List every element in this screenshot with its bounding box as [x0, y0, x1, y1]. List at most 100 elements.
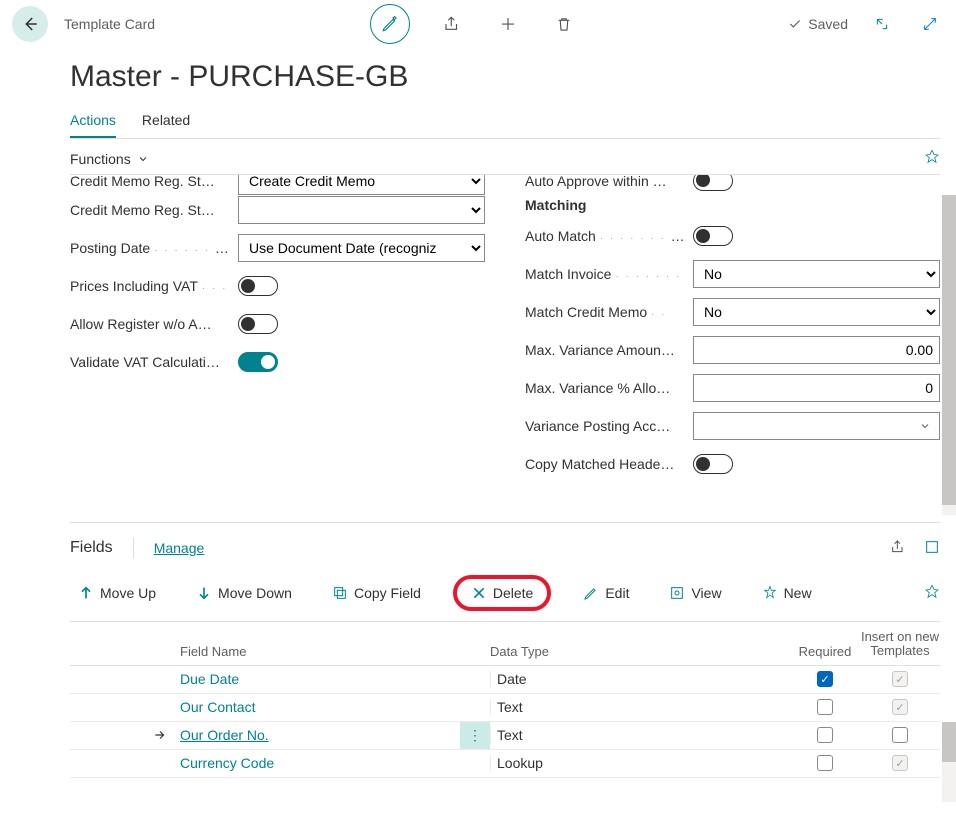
data-type-cell: Text — [490, 727, 790, 743]
table-row[interactable]: Due DateDate✓✓ — [70, 666, 940, 694]
copyfield-label: Copy Field — [354, 585, 421, 601]
edit-field-button[interactable]: Edit — [575, 581, 637, 605]
col-insert[interactable]: Insert on new Templates — [860, 630, 940, 659]
scrollbar-grid[interactable] — [942, 722, 956, 802]
insert-cell[interactable] — [860, 727, 940, 743]
copyfield-button[interactable]: Copy Field — [324, 581, 429, 605]
data-type-cell: Date — [490, 671, 790, 687]
match-invoice-label: Match Invoice· · · · · · · — [525, 266, 685, 282]
var-posting-lookup[interactable] — [693, 412, 940, 440]
credit-memo-label: Credit Memo Reg. St… — [70, 202, 230, 218]
prices-vat-label: Prices Including VAT· · · — [70, 278, 230, 294]
posting-date-select[interactable]: Use Document Date (recogniz — [238, 234, 485, 262]
share-icon — [890, 539, 906, 555]
auto-approve-label: Auto Approve within … — [525, 174, 685, 189]
delete-field-button[interactable]: Delete — [453, 575, 551, 611]
field-name-cell[interactable]: Our Contact — [180, 699, 460, 715]
row-auto-approve: Auto Approve within … — [525, 174, 940, 191]
moveup-label: Move Up — [100, 585, 156, 601]
chevron-down-icon — [919, 420, 931, 432]
new-field-button[interactable]: New — [754, 581, 820, 605]
expand-button[interactable] — [916, 10, 944, 38]
grid-header: Field Name Data Type Required Insert on … — [70, 622, 940, 666]
credit-memo-top-label: Credit Memo Reg. St… — [70, 174, 230, 189]
field-name-cell[interactable]: Our Order No. — [180, 727, 460, 743]
insert-cell[interactable]: ✓ — [860, 755, 940, 771]
field-name-cell[interactable]: Currency Code — [180, 755, 460, 771]
moveup-button[interactable]: Move Up — [70, 581, 164, 605]
view-field-button[interactable]: View — [661, 581, 729, 605]
table-row[interactable]: Our Contact Text ✓ — [70, 694, 940, 722]
view-label: View — [691, 585, 721, 601]
form-right-column: Auto Approve within … Matching Auto Matc… — [525, 179, 940, 514]
insert-cell[interactable]: ✓ — [860, 671, 940, 687]
required-cell[interactable] — [790, 727, 860, 743]
credit-memo-select[interactable] — [238, 196, 485, 224]
pin-button[interactable] — [924, 149, 940, 168]
col-data-type[interactable]: Data Type — [490, 644, 790, 659]
match-invoice-select[interactable]: No — [693, 260, 940, 288]
row-credit-memo: Credit Memo Reg. St… — [70, 191, 485, 229]
tab-related[interactable]: Related — [142, 112, 190, 138]
back-button[interactable] — [12, 6, 48, 42]
row-posting-date: Posting Date· · · · · · · · Use Document… — [70, 229, 485, 267]
fields-header: Fields Manage — [70, 522, 940, 559]
new-label: New — [784, 585, 812, 601]
validate-vat-toggle[interactable] — [238, 352, 278, 372]
manage-link[interactable]: Manage — [154, 540, 205, 556]
delete-button[interactable] — [550, 10, 578, 38]
data-type-cell: Lookup — [490, 755, 790, 771]
max-var-amount-input[interactable] — [693, 336, 940, 364]
field-name-cell[interactable]: Due Date — [180, 671, 460, 687]
row-match-credit: Match Credit Memo· · No — [525, 293, 940, 331]
arrow-left-icon — [21, 15, 39, 33]
delete-label: Delete — [493, 585, 533, 601]
match-credit-label: Match Credit Memo· · — [525, 304, 685, 320]
view-icon — [669, 585, 685, 601]
row-max-var-pct: Max. Variance % Allo… — [525, 369, 940, 407]
share-fields-button[interactable] — [890, 539, 906, 558]
auto-approve-toggle[interactable] — [693, 174, 733, 191]
row-copy-matched: Copy Matched Heade… — [525, 445, 940, 483]
share-icon — [443, 15, 461, 33]
x-icon — [471, 585, 487, 601]
col-field-name[interactable]: Field Name — [180, 644, 460, 659]
share-button[interactable] — [438, 10, 466, 38]
scrollbar-main[interactable] — [942, 195, 956, 515]
insert-cell[interactable]: ✓ — [860, 699, 940, 715]
var-posting-label: Variance Posting Acc… — [525, 418, 685, 434]
pin-fields-button[interactable] — [924, 584, 940, 603]
required-cell[interactable] — [790, 755, 860, 771]
match-credit-select[interactable]: No — [693, 298, 940, 326]
fields-title: Fields — [70, 539, 113, 557]
data-type-cell: Text — [490, 699, 790, 715]
tab-actions[interactable]: Actions — [70, 112, 116, 138]
allow-register-toggle[interactable] — [238, 314, 278, 334]
auto-match-toggle[interactable] — [693, 226, 733, 246]
expand-fields-button[interactable] — [924, 539, 940, 558]
required-cell[interactable]: ✓ — [790, 671, 860, 687]
chevron-down-icon — [137, 153, 149, 165]
plus-icon — [499, 15, 517, 33]
max-var-pct-label: Max. Variance % Allo… — [525, 380, 685, 396]
row-allow-register: Allow Register w/o A… — [70, 305, 485, 343]
pencil-icon — [583, 585, 599, 601]
new-button[interactable] — [494, 10, 522, 38]
functions-label: Functions — [70, 151, 131, 167]
required-cell[interactable] — [790, 699, 860, 715]
functions-menu[interactable]: Functions — [70, 151, 149, 167]
arrow-right-icon — [153, 728, 167, 742]
movedown-button[interactable]: Move Down — [188, 581, 300, 605]
max-var-pct-input[interactable] — [693, 374, 940, 402]
top-toolbar: Template Card Saved — [0, 0, 956, 48]
copy-matched-toggle[interactable] — [693, 454, 733, 474]
table-row[interactable]: Currency Code Lookup ✓ — [70, 750, 940, 778]
prices-vat-toggle[interactable] — [238, 276, 278, 296]
col-required[interactable]: Required — [790, 644, 860, 659]
table-row[interactable]: Our Order No.⋮Text — [70, 722, 940, 750]
popout-button[interactable] — [868, 10, 896, 38]
row-validate-vat: Validate VAT Calculati… — [70, 343, 485, 381]
row-menu[interactable]: ⋮ — [460, 722, 490, 749]
edit-mode-button[interactable] — [370, 4, 410, 44]
saved-label: Saved — [808, 16, 848, 32]
